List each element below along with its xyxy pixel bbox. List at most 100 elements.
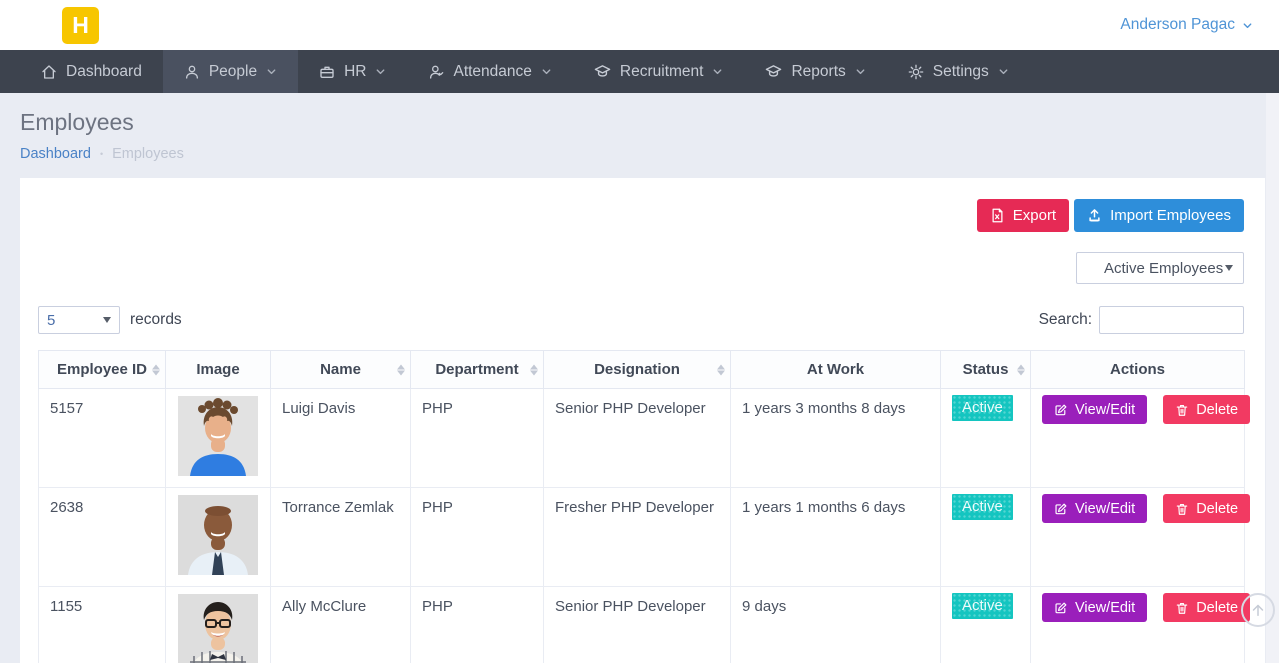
nav-item-recruitment[interactable]: Recruitment: [573, 50, 745, 93]
column-label: Actions: [1110, 361, 1165, 378]
home-icon: [41, 64, 57, 80]
cell-status: Active: [941, 389, 1031, 488]
column-header-status[interactable]: Status: [941, 351, 1031, 389]
chevron-down-icon: [1242, 20, 1253, 31]
column-label: Designation: [594, 361, 680, 378]
delete-button[interactable]: Delete: [1163, 494, 1250, 523]
view-edit-button[interactable]: View/Edit: [1042, 494, 1147, 523]
column-label: Department: [435, 361, 518, 378]
nav-item-label: HR: [344, 63, 366, 81]
breadcrumb: Dashboard • Employees: [20, 146, 1279, 162]
import-employees-button[interactable]: Import Employees: [1074, 199, 1244, 232]
cell-at-work: 1 years 3 months 8 days: [731, 389, 941, 488]
cell-department: PHP: [411, 488, 544, 587]
cell-employee-id: 2638: [39, 488, 166, 587]
trash-icon: [1175, 601, 1189, 615]
cell-designation: Senior PHP Developer: [544, 587, 731, 663]
cell-department: PHP: [411, 587, 544, 663]
status-badge: Active: [952, 395, 1013, 421]
edit-icon: [1054, 601, 1068, 615]
top-header: H Anderson Pagac: [0, 0, 1279, 50]
user-icon: [184, 64, 200, 80]
column-header-employee-id[interactable]: Employee ID: [39, 351, 166, 389]
cell-name: Luigi Davis: [271, 389, 411, 488]
column-header-department[interactable]: Department: [411, 351, 544, 389]
cell-name: Torrance Zemlak: [271, 488, 411, 587]
records-value: 5: [47, 312, 55, 329]
chevron-down-icon: [266, 66, 277, 77]
delete-label: Delete: [1196, 402, 1238, 418]
nav-item-attendance[interactable]: Attendance: [407, 50, 572, 93]
edit-icon: [1054, 403, 1068, 417]
records-label: records: [130, 311, 182, 329]
cell-image: [166, 389, 271, 488]
cell-image: [166, 488, 271, 587]
sort-icon: [717, 364, 725, 375]
arrow-up-icon: [1249, 601, 1267, 619]
search-input[interactable]: [1099, 306, 1244, 334]
cell-actions: View/Edit Delete: [1031, 389, 1245, 488]
view-edit-label: View/Edit: [1075, 600, 1135, 616]
chevron-down-icon: [712, 66, 723, 77]
cell-name: Ally McClure: [271, 587, 411, 663]
nav-item-hr[interactable]: HR: [298, 50, 407, 93]
table-row: 5157 Luigi DavisPHPSenior PHP Developer1…: [39, 389, 1245, 488]
employees-table: Employee ID Image Name Department Designatio…: [38, 350, 1245, 663]
cell-department: PHP: [411, 389, 544, 488]
content-area: Employees Dashboard • Employees Export: [0, 93, 1279, 663]
chevron-down-icon: [375, 66, 386, 77]
user-name: Anderson Pagac: [1120, 16, 1235, 34]
cell-actions: View/EditDelete: [1031, 488, 1245, 587]
trash-icon: [1175, 502, 1189, 516]
graduation-cap-icon: [765, 63, 782, 80]
column-header-designation[interactable]: Designation: [544, 351, 731, 389]
import-label: Import Employees: [1110, 207, 1231, 224]
table-row: 1155 Ally McClurePHPSenior PHP Developer…: [39, 587, 1245, 663]
export-button[interactable]: Export: [977, 199, 1069, 232]
scroll-to-top-button[interactable]: [1241, 593, 1275, 627]
app-logo[interactable]: H: [62, 7, 99, 44]
column-header-image: Image: [166, 351, 271, 389]
view-edit-label: View/Edit: [1075, 402, 1135, 418]
sort-icon: [152, 364, 160, 375]
records-per-page-select[interactable]: 5: [38, 306, 120, 334]
status-badge: Active: [952, 494, 1013, 520]
cell-at-work: 1 years 1 months 6 days: [731, 488, 941, 587]
employee-photo: [178, 463, 258, 480]
cell-at-work: 9 days: [731, 587, 941, 663]
table-row: 2638 Torrance ZemlakPHPFresher PHP Devel…: [39, 488, 1245, 587]
page-scrollbar[interactable]: [1266, 93, 1279, 663]
table-header-row: Employee ID Image Name Department Designatio…: [39, 351, 1245, 389]
view-edit-button[interactable]: View/Edit: [1042, 593, 1147, 622]
sort-icon: [1017, 364, 1025, 375]
chevron-down-icon: [998, 66, 1009, 77]
search-label: Search:: [1039, 311, 1092, 329]
nav-item-settings[interactable]: Settings: [887, 50, 1030, 93]
chevron-down-icon: [541, 66, 552, 77]
person-icon: [428, 64, 444, 80]
employee-filter-select[interactable]: Active Employees: [1076, 252, 1244, 284]
nav-item-reports[interactable]: Reports: [744, 50, 886, 93]
graduation-cap-icon: [594, 63, 611, 80]
export-label: Export: [1013, 207, 1056, 224]
upload-icon: [1087, 208, 1102, 223]
breadcrumb-dashboard-link[interactable]: Dashboard: [20, 146, 91, 162]
nav-item-people[interactable]: People: [163, 50, 298, 93]
column-header-name[interactable]: Name: [271, 351, 411, 389]
column-header-actions: Actions: [1031, 351, 1245, 389]
chevron-down-icon: [855, 66, 866, 77]
column-header-at-work: At Work: [731, 351, 941, 389]
column-label: At Work: [807, 361, 864, 378]
nav-item-label: Attendance: [453, 63, 531, 81]
nav-item-label: Dashboard: [66, 63, 142, 81]
briefcase-icon: [319, 64, 335, 80]
column-label: Image: [196, 361, 239, 378]
sort-icon: [530, 364, 538, 375]
nav-item-dashboard[interactable]: Dashboard: [20, 50, 163, 93]
employees-card: Export Import Employees Active Employees: [20, 178, 1265, 663]
cell-image: [166, 587, 271, 663]
user-menu[interactable]: Anderson Pagac: [1120, 16, 1253, 34]
delete-button[interactable]: Delete: [1163, 395, 1250, 424]
view-edit-button[interactable]: View/Edit: [1042, 395, 1147, 424]
delete-button[interactable]: Delete: [1163, 593, 1250, 622]
